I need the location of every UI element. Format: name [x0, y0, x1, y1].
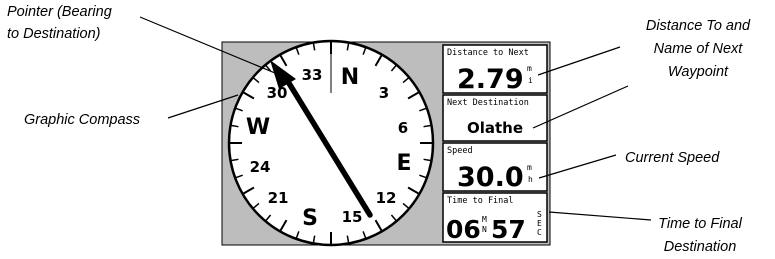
distance-callout-line2: Name of Next	[654, 41, 744, 57]
time-hours-unit-bottom: N	[482, 225, 487, 234]
compass-12-label: 12	[376, 189, 397, 207]
compass-north-label: N	[341, 65, 359, 90]
distance-unit-top: m	[527, 64, 532, 73]
speed-unit-top: m	[527, 163, 532, 172]
gps-compass-diagram: N 3 6 E 12 15 S 21 24 W 30 33 Distance t…	[7, 4, 751, 255]
destination-value: Olathe	[467, 119, 523, 137]
distance-unit-bottom: i	[528, 76, 533, 85]
compass-callout: Graphic Compass	[24, 112, 140, 128]
time-minutes-unit-top: S	[537, 210, 542, 219]
distance-title: Distance to Next	[447, 48, 529, 58]
data-field-time-to-final: Time to Final 06 M N 57 S E C	[442, 192, 548, 244]
distance-callout-line1: Distance To and	[646, 18, 751, 34]
time-title: Time to Final	[447, 196, 514, 206]
compass-west-label: W	[246, 115, 270, 140]
compass-3-label: 3	[379, 84, 389, 102]
time-minutes-unit-third: C	[537, 228, 542, 237]
speed-unit-bottom: h	[528, 175, 533, 184]
compass-21-label: 21	[268, 189, 289, 207]
time-minutes-value: 57	[491, 215, 526, 244]
pointer-callout-line2: to Destination)	[7, 26, 101, 42]
time-leader-line	[548, 211, 652, 221]
graphic-compass: N 3 6 E 12 15 S 21 24 W 30 33	[227, 39, 435, 247]
time-hours-value: 06	[446, 215, 481, 244]
speed-callout: Current Speed	[625, 150, 720, 166]
compass-6-label: 6	[398, 119, 408, 137]
time-callout-line2: Destination	[664, 239, 737, 255]
distance-callout-line3: Waypoint	[668, 64, 729, 80]
speed-value: 30.0	[457, 162, 524, 193]
compass-30-label: 30	[267, 84, 288, 102]
compass-south-label: S	[302, 206, 318, 231]
time-callout-line1: Time to Final	[658, 216, 742, 232]
compass-24-label: 24	[250, 158, 271, 176]
compass-east-label: E	[396, 151, 411, 176]
data-field-speed: Speed 30.0 m h	[442, 142, 548, 193]
distance-value: 2.79	[457, 64, 524, 95]
destination-title: Next Destination	[447, 98, 529, 108]
data-field-destination: Next Destination Olathe	[442, 94, 548, 142]
time-minutes-unit-bottom: E	[537, 219, 542, 228]
time-hours-unit-top: M	[482, 215, 487, 224]
data-field-distance: Distance to Next 2.79 m i	[442, 44, 548, 95]
speed-title: Speed	[447, 146, 473, 156]
pointer-callout-line1: Pointer (Bearing	[7, 4, 112, 20]
compass-33-label: 33	[302, 66, 323, 84]
compass-15-label: 15	[342, 208, 363, 226]
speed-leader-line	[538, 154, 617, 179]
